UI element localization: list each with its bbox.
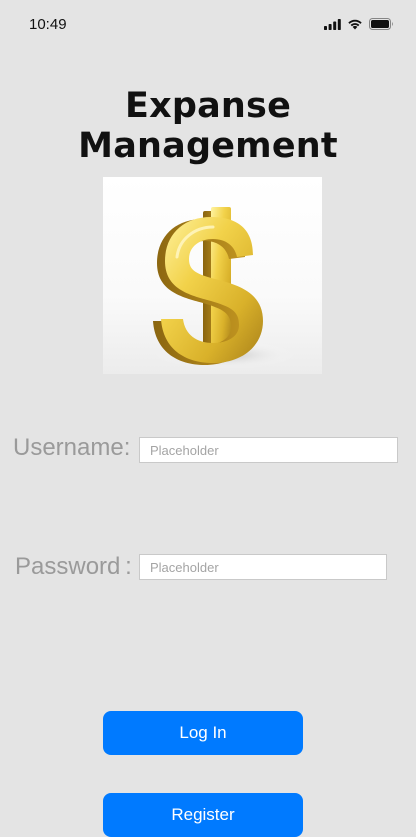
login-button[interactable]: Log In xyxy=(103,711,303,755)
page-title: Expanse Management xyxy=(78,86,338,166)
status-time: 10:49 xyxy=(29,16,67,33)
status-icons xyxy=(324,18,394,30)
wifi-icon xyxy=(348,19,362,30)
signal-icon xyxy=(324,18,341,30)
password-input[interactable] xyxy=(139,554,387,580)
status-bar: 10:49 xyxy=(0,0,416,52)
battery-icon xyxy=(369,18,393,30)
logo-image xyxy=(103,177,322,374)
username-label: Username: xyxy=(13,434,131,461)
password-label: Password : xyxy=(15,553,132,580)
register-button[interactable]: Register xyxy=(103,793,303,837)
dollar-sign-icon xyxy=(153,207,295,369)
username-input[interactable] xyxy=(139,437,398,463)
